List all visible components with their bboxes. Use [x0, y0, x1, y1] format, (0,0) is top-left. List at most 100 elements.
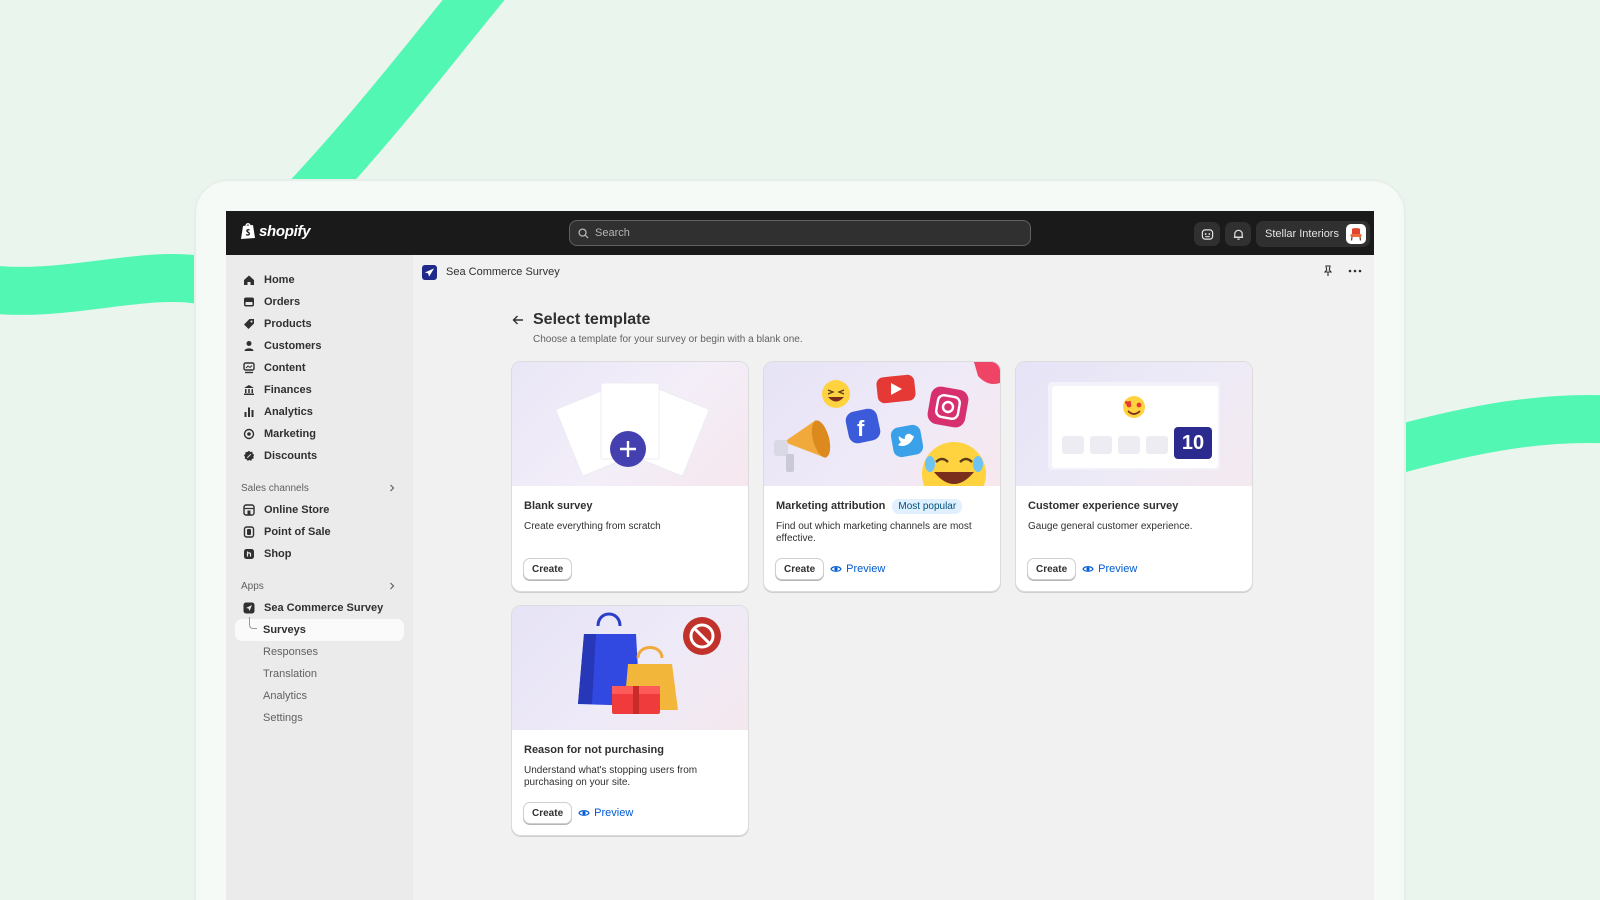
sidebar-item-label: Point of Sale	[264, 526, 331, 538]
sidebar-subitem-translation[interactable]: Translation	[226, 663, 413, 685]
card-title: Customer experience survey	[1028, 499, 1240, 513]
sidebar-subitem-settings[interactable]: Settings	[226, 707, 413, 729]
sidekick-button[interactable]	[1194, 222, 1220, 246]
card-body: Blank survey Create everything from scra…	[512, 486, 748, 551]
create-button[interactable]: Create	[1027, 558, 1077, 580]
sidebar-item-content[interactable]: Content	[226, 357, 413, 379]
chevron-right-icon	[390, 582, 395, 590]
sidebar-item-sea-commerce-survey[interactable]: Sea Commerce Survey	[226, 597, 413, 619]
sidebar-subitem-analytics[interactable]: Analytics	[226, 685, 413, 707]
page-title: Select template	[533, 311, 651, 328]
search-input[interactable]	[595, 227, 1015, 239]
page-subtitle: Choose a template for your survey or beg…	[533, 334, 803, 345]
apps-label: Apps	[241, 580, 264, 592]
sidebar-subitem-surveys[interactable]: Surveys	[235, 617, 404, 641]
store-avatar	[1345, 224, 1366, 244]
main-content: Sea Commerce Survey Select template Choo…	[413, 255, 1374, 900]
card-body: Customer experience survey Gauge general…	[1016, 486, 1252, 551]
template-card-customer-experience[interactable]: 10 Customer experience survey Gauge gene…	[1015, 361, 1253, 592]
tag-icon	[244, 319, 254, 329]
most-popular-badge: Most popular	[892, 498, 963, 514]
preview-link[interactable]: Preview	[578, 807, 633, 819]
sidebar-item-products[interactable]: Products	[226, 313, 413, 335]
sidebar-item-label: Products	[264, 318, 312, 330]
shop-icon	[244, 549, 254, 559]
sidebar-item-discounts[interactable]: Discounts	[226, 445, 413, 467]
survey-app-icon	[243, 602, 255, 614]
template-card-blank-survey[interactable]: Blank survey Create everything from scra…	[511, 361, 749, 592]
target-icon	[243, 428, 255, 440]
sidebar-item-label: Shop	[264, 548, 292, 560]
card-title-text: Customer experience survey	[1028, 500, 1179, 512]
create-button[interactable]: Create	[523, 558, 573, 580]
app-screen: shopify Stellar Interiors	[226, 211, 1374, 900]
card-description: Gauge general customer experience.	[1028, 521, 1193, 532]
chair-icon	[1350, 228, 1362, 241]
customer-experience-illustration: 10	[1016, 362, 1252, 486]
apps-header[interactable]: Apps	[226, 575, 413, 597]
sidebar-subitem-label: Analytics	[263, 690, 308, 702]
person-icon	[244, 341, 254, 351]
search-icon	[578, 227, 589, 239]
sidebar-item-label: Orders	[264, 296, 301, 308]
sidebar-item-label: Sea Commerce Survey	[264, 602, 384, 614]
store-icon	[243, 504, 255, 516]
sidebar-item-customers[interactable]: Customers	[226, 335, 413, 357]
pin-icon[interactable]	[1322, 265, 1334, 277]
marketing-illustration: f	[764, 362, 1000, 486]
svg-text:f: f	[857, 416, 865, 441]
sidebar-item-finances[interactable]: Finances	[226, 379, 413, 401]
preview-link[interactable]: Preview	[830, 563, 885, 575]
pos-icon	[243, 526, 255, 538]
preview-link[interactable]: Preview	[1082, 563, 1137, 575]
card-body: Marketing attribution Most popular Find …	[764, 486, 1000, 551]
sidebar-item-orders[interactable]: Orders	[226, 291, 413, 313]
app-brand-icon	[422, 264, 437, 280]
sidebar-item-analytics[interactable]: Analytics	[226, 401, 413, 423]
orders-icon	[244, 297, 254, 307]
create-button[interactable]: Create	[775, 558, 825, 580]
notifications-button[interactable]	[1225, 222, 1251, 246]
laughing-emoji-icon	[822, 380, 850, 408]
shopify-bag-icon	[241, 223, 255, 239]
sidebar: Home Orders Products Customers Content F…	[226, 255, 413, 900]
card-body: Reason for not purchasing Understand wha…	[512, 730, 748, 795]
sidebar-item-label: Analytics	[264, 406, 313, 418]
card-actions: Create Preview	[1027, 558, 1137, 580]
sidebar-item-shop[interactable]: Shop	[226, 543, 413, 565]
card-description: Find out which marketing channels are mo…	[776, 521, 972, 544]
store-menu-button[interactable]: Stellar Interiors	[1256, 221, 1370, 247]
back-arrow-icon[interactable]	[511, 314, 525, 326]
preview-label: Preview	[1098, 563, 1138, 575]
card-description: Create everything from scratch	[524, 521, 661, 532]
sales-channels-header[interactable]: Sales channels	[226, 477, 413, 499]
preview-label: Preview	[846, 563, 886, 575]
sidebar-item-label: Customers	[264, 340, 322, 352]
template-card-reason-not-purchasing[interactable]: Reason for not purchasing Understand wha…	[511, 605, 749, 836]
not-purchasing-illustration	[512, 606, 748, 730]
home-icon	[244, 275, 254, 285]
shopify-logo[interactable]: shopify	[240, 222, 311, 240]
social-media-image: f	[774, 362, 1000, 486]
sidebar-subitem-label: Translation	[263, 668, 318, 680]
eye-icon	[1082, 566, 1094, 572]
more-icon[interactable]	[1348, 269, 1362, 273]
chevron-right-icon	[390, 484, 395, 492]
sidebar-item-label: Home	[264, 274, 295, 286]
sidebar-item-online-store[interactable]: Online Store	[226, 499, 413, 521]
card-title-text: Blank survey	[524, 500, 593, 512]
bar-chart-icon	[244, 407, 254, 417]
sidebar-item-marketing[interactable]: Marketing	[226, 423, 413, 445]
template-card-marketing-attribution[interactable]: f Marketing attribution Most popular Fin…	[763, 361, 1001, 592]
bell-icon	[1233, 229, 1243, 240]
sidebar-item-point-of-sale[interactable]: Point of Sale	[226, 521, 413, 543]
rating-score: 10	[1181, 431, 1205, 454]
sidebar-subitem-responses[interactable]: Responses	[226, 641, 413, 663]
sidebar-item-label: Finances	[264, 384, 312, 396]
eye-icon	[578, 810, 590, 816]
search-bar[interactable]	[569, 220, 1031, 246]
sidebar-item-home[interactable]: Home	[226, 269, 413, 291]
create-button[interactable]: Create	[523, 802, 573, 824]
sidebar-item-label: Content	[264, 362, 306, 374]
sidebar-item-label: Online Store	[264, 504, 330, 516]
